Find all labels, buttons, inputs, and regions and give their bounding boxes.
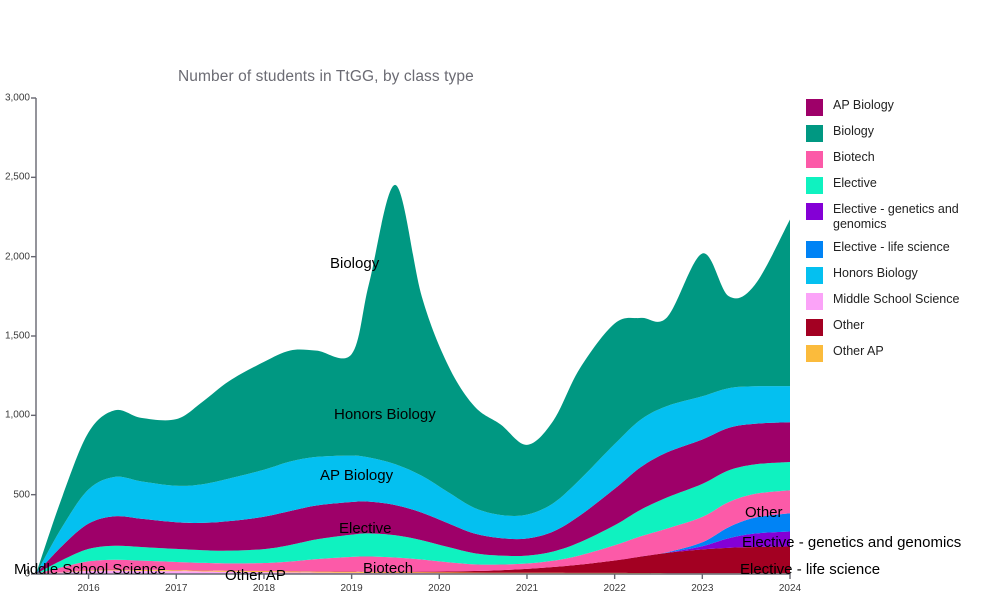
x-axis-tick-label: 2018 — [252, 583, 276, 594]
y-axis-tick-label: 1,500 — [4, 330, 30, 342]
legend-swatch-icon — [806, 345, 823, 362]
x-axis-tick-label: 2019 — [340, 583, 363, 594]
chart-page: Number of students in TtGG, by class typ… — [0, 0, 998, 596]
chart-legend: AP Biology Biology Biotech Elective Elective… — [806, 98, 998, 370]
legend-label: AP Biology — [833, 98, 894, 112]
legend-item[interactable]: Elective - life science — [806, 240, 998, 258]
legend-swatch-icon — [806, 267, 823, 284]
y-axis-tick-label: 2,500 — [4, 171, 30, 183]
legend-item[interactable]: AP Biology — [806, 98, 998, 116]
legend-swatch-icon — [806, 151, 823, 168]
legend-swatch-icon — [806, 241, 823, 258]
y-axis-tick-label: 0 — [24, 568, 30, 580]
legend-label: Elective — [833, 176, 877, 190]
legend-swatch-icon — [806, 177, 823, 194]
legend-item[interactable]: Biotech — [806, 150, 998, 168]
legend-label: Biotech — [833, 150, 875, 164]
x-axis-tick-label: 2024 — [778, 583, 802, 594]
legend-label: Other — [833, 318, 865, 332]
x-axis-tick-label: 2017 — [165, 583, 188, 594]
legend-label: Elective - genetics and genomics — [833, 202, 959, 231]
legend-item[interactable]: Other — [806, 318, 998, 336]
x-axis-tick-label: 2022 — [603, 583, 626, 594]
legend-label: Middle School Science — [833, 292, 960, 306]
legend-label: Biology — [833, 124, 874, 138]
legend-swatch-icon — [806, 293, 823, 310]
y-axis-tick-label: 2,000 — [4, 251, 30, 263]
legend-label: Honors Biology — [833, 266, 918, 280]
legend-swatch-icon — [806, 99, 823, 116]
x-axis-tick-label: 2020 — [428, 583, 451, 594]
y-axis-tick-label: 1,000 — [4, 409, 30, 421]
legend-item[interactable]: Middle School Science — [806, 292, 998, 310]
legend-label: Other AP — [833, 344, 884, 358]
legend-swatch-icon — [806, 319, 823, 336]
legend-item[interactable]: Biology — [806, 124, 998, 142]
legend-item[interactable]: Other AP — [806, 344, 998, 362]
legend-swatch-icon — [806, 203, 823, 220]
legend-label: Elective - life science — [833, 240, 950, 254]
legend-item[interactable]: Elective - genetics and genomics — [806, 202, 998, 232]
x-axis-tick-label: 2021 — [515, 583, 539, 594]
legend-item[interactable]: Honors Biology — [806, 266, 998, 284]
x-axis-tick-label: 2016 — [77, 583, 100, 594]
y-axis-tick-label: 3,000 — [4, 92, 30, 104]
legend-swatch-icon — [806, 125, 823, 142]
x-axis-tick-label: 2023 — [691, 583, 714, 594]
y-axis-tick-label: 500 — [13, 489, 30, 501]
legend-item[interactable]: Elective — [806, 176, 998, 194]
